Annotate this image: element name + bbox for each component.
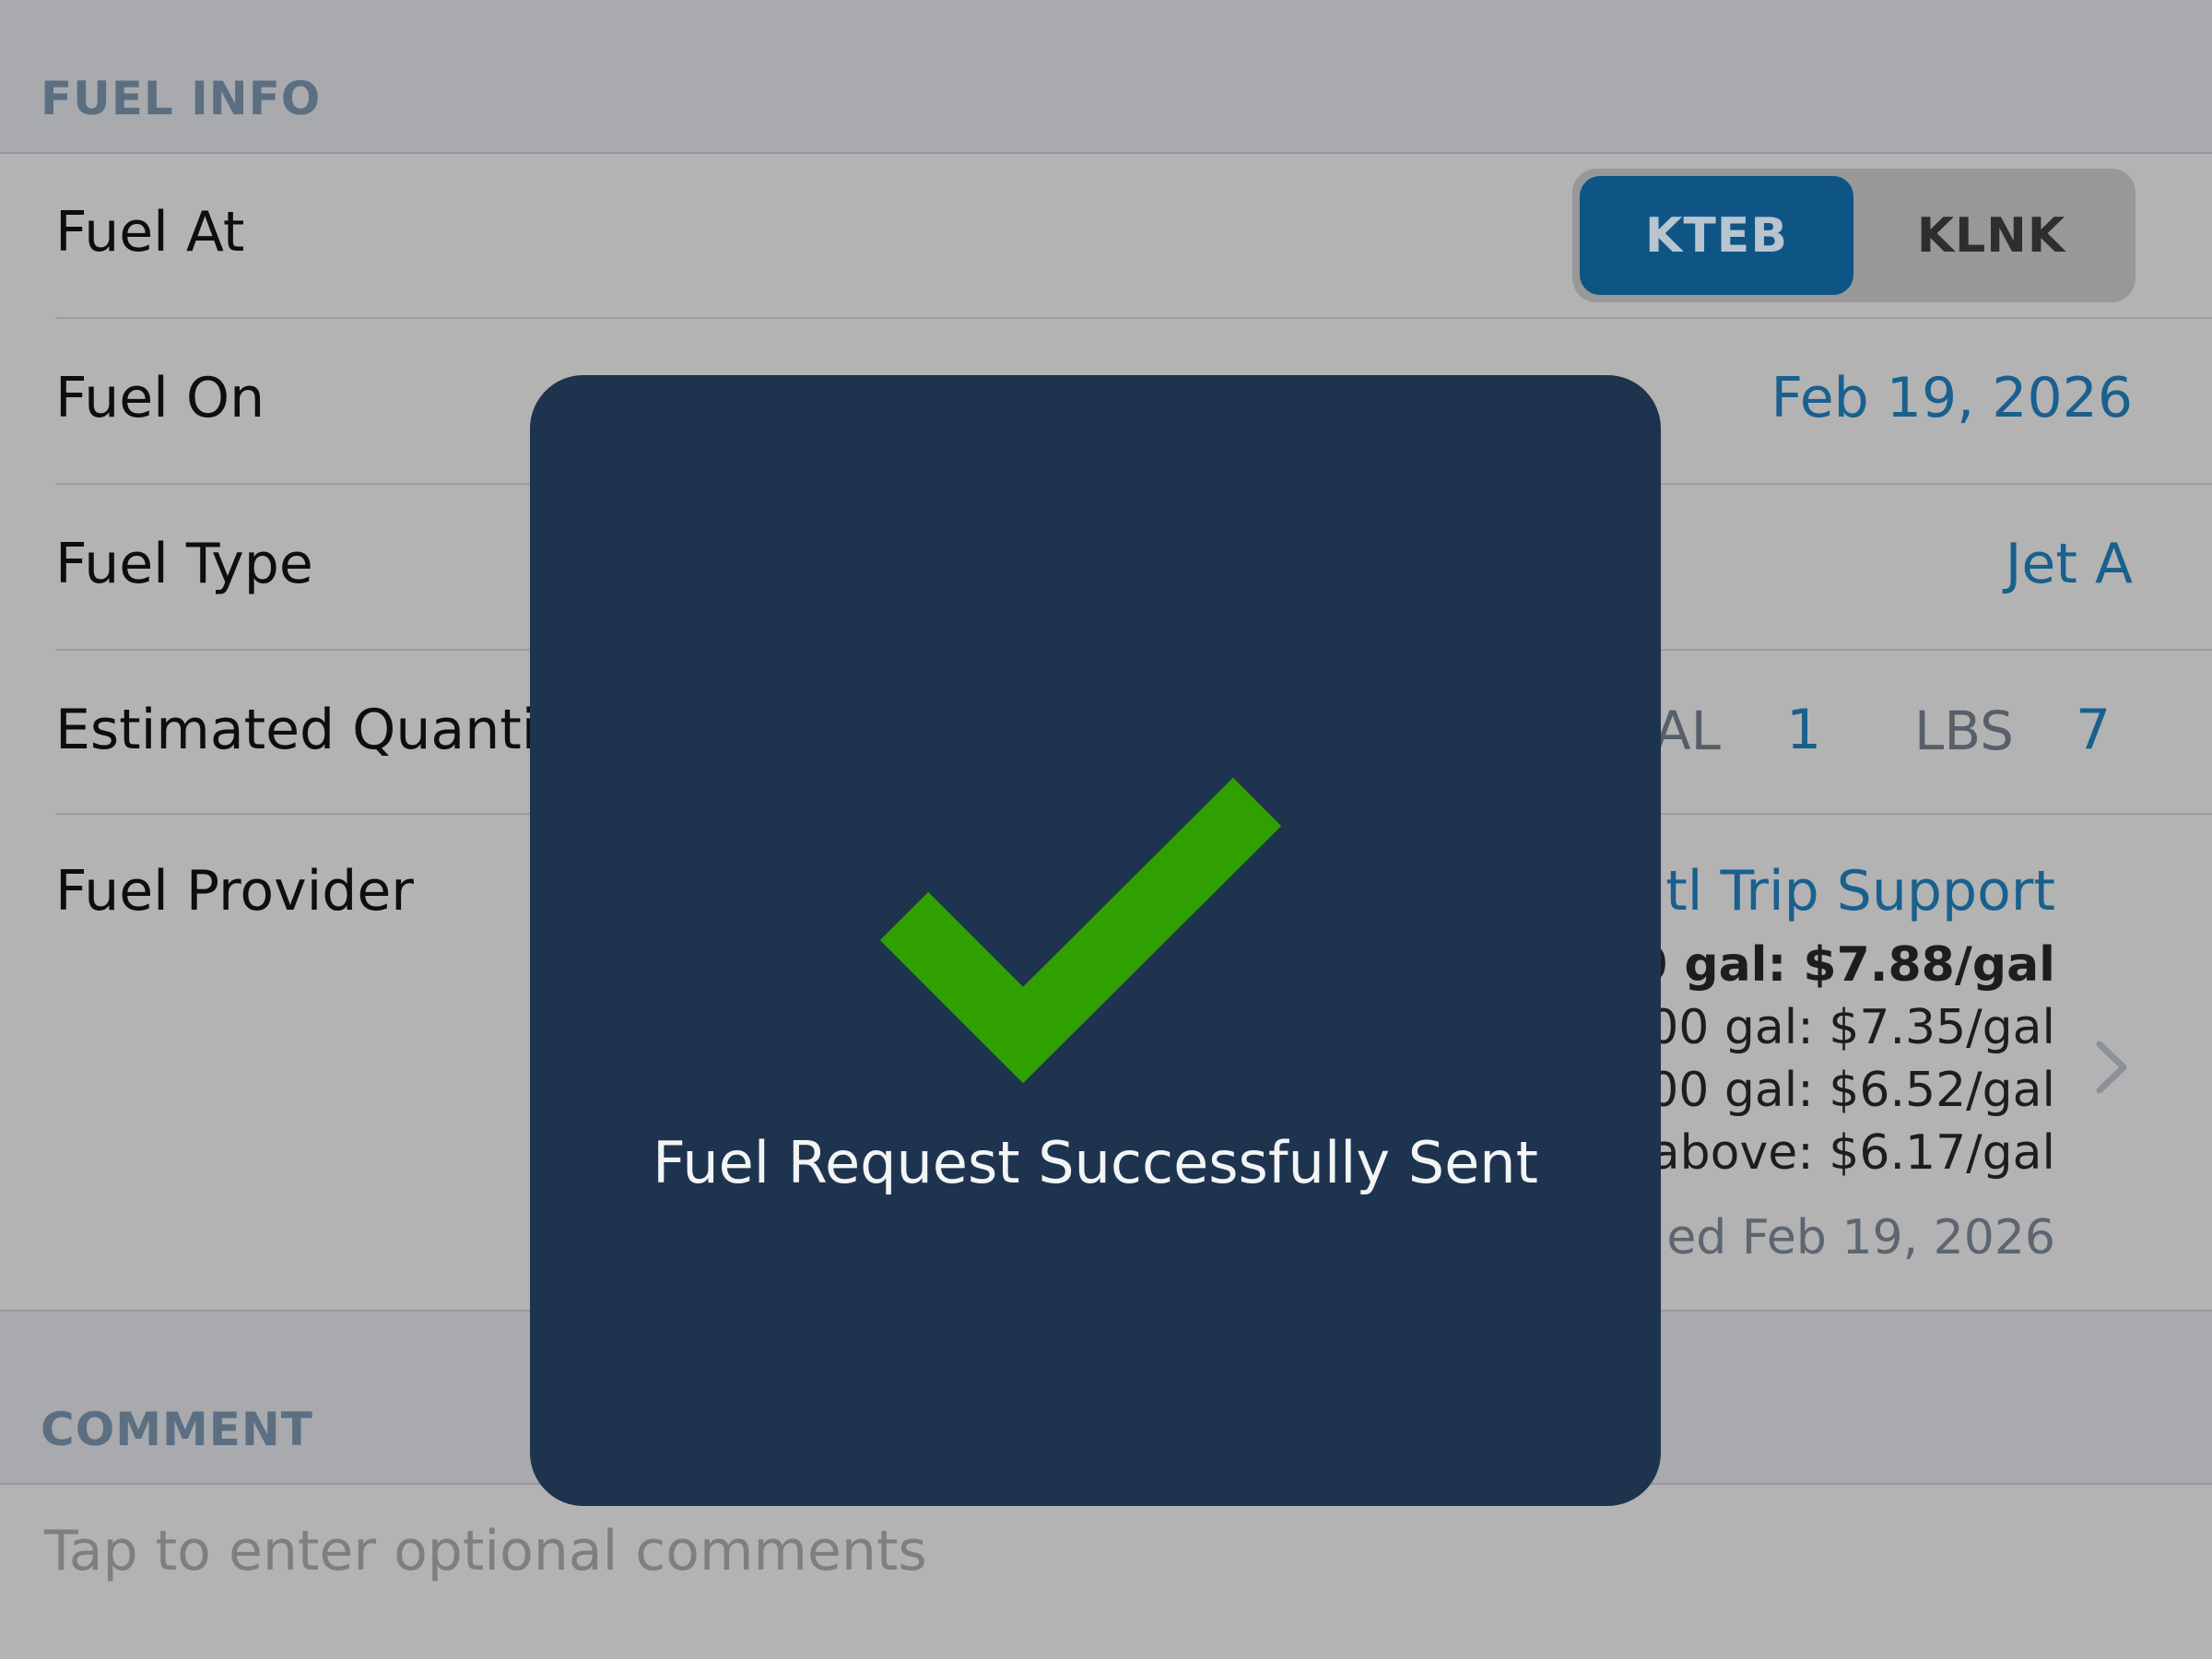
price-updated-date: ed Feb 19, 2026 — [1666, 1210, 2055, 1265]
comment-header: COMMENT — [41, 1403, 313, 1456]
fuel-info-header: FUEL INFO — [41, 72, 322, 125]
hud-message: Fuel Request Successfully Sent — [653, 1129, 1538, 1196]
chevron-right-icon — [2096, 1041, 2127, 1094]
checkmark-icon — [879, 777, 1282, 1084]
price-tier: above: $6.17/gal — [1650, 1125, 2055, 1181]
fuel-provider-name: tl Trip Support — [1665, 859, 2055, 924]
comment-input[interactable]: Tap to enter optional comments — [44, 1519, 2164, 1583]
price-tier: 00 gal: $7.35/gal — [1648, 1000, 2055, 1055]
comment-panel: Tap to enter optional comments — [0, 1485, 2212, 1659]
price-tier: 00 gal: $6.52/gal — [1648, 1063, 2055, 1118]
price-tier: 0 gal: $7.88/gal — [1634, 937, 2055, 993]
success-hud: Fuel Request Successfully Sent — [530, 375, 1661, 1506]
